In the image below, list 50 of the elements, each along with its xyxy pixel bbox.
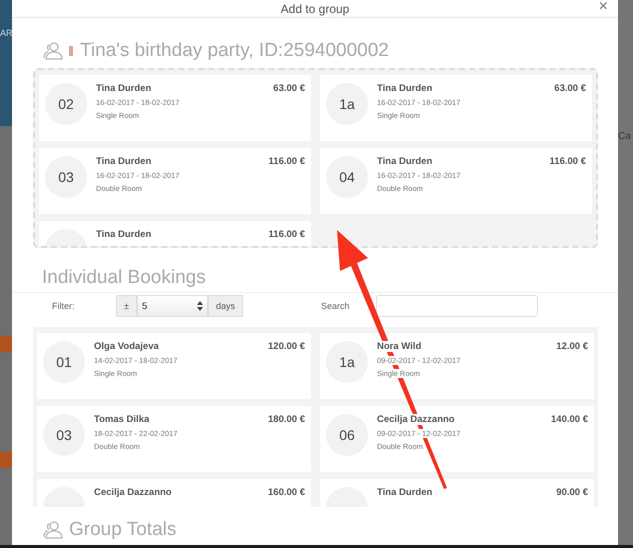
booking-price: 116.00 € bbox=[550, 156, 586, 167]
search-field[interactable] bbox=[376, 295, 538, 317]
booking-price: 140.00 € bbox=[551, 414, 588, 425]
room-number: 1a bbox=[339, 354, 355, 370]
booking-price: 116.00 € bbox=[268, 156, 305, 167]
dialog-title: Add to group bbox=[280, 2, 350, 16]
booking-card[interactable]: Tina Durden 116.00 € bbox=[39, 221, 311, 246]
section-title: Group Totals bbox=[69, 519, 176, 541]
close-button[interactable]: × bbox=[596, 0, 610, 14]
booking-price: 90.00 € bbox=[556, 487, 588, 498]
plus-minus-addon: ± bbox=[116, 295, 137, 317]
booking-price: 116.00 € bbox=[268, 229, 305, 240]
room-number: 1a bbox=[339, 96, 355, 112]
guest-name: Tina Durden bbox=[96, 83, 152, 94]
guest-name: Nora Wild bbox=[377, 341, 422, 352]
days-addon: days bbox=[208, 295, 243, 317]
booking-price: 63.00 € bbox=[554, 83, 586, 94]
section-title: Individual Bookings bbox=[42, 267, 206, 289]
spinner-icon bbox=[196, 301, 203, 311]
room-number: 02 bbox=[58, 96, 74, 112]
guest-name: Cecilja Dazzanno bbox=[94, 487, 172, 498]
group-icon bbox=[42, 41, 64, 61]
filter-label: Filter: bbox=[52, 301, 76, 311]
room-number: 03 bbox=[58, 169, 74, 185]
guest-name: Tina Durden bbox=[96, 229, 152, 240]
guest-name: Tina Durden bbox=[96, 156, 152, 167]
guest-name: Olga Vodajeva bbox=[94, 341, 159, 352]
tag-icon bbox=[69, 46, 73, 56]
background-text: Ca bbox=[618, 131, 631, 142]
booking-price: 120.00 € bbox=[268, 341, 305, 352]
group-icon bbox=[42, 520, 64, 540]
guest-name: Tina Durden bbox=[377, 487, 432, 498]
group-title: Tina's birthday party, ID:2594000002 bbox=[80, 40, 389, 62]
booking-card[interactable]: Tina Durden 90.00 € bbox=[320, 479, 594, 507]
booking-price: 12.00 € bbox=[556, 341, 588, 352]
search-label: Search bbox=[321, 301, 351, 311]
room-number: 04 bbox=[339, 169, 355, 185]
booking-price: 160.00 € bbox=[268, 487, 305, 498]
guest-name: Tomas Dilka bbox=[94, 414, 150, 425]
room-number: 03 bbox=[56, 427, 72, 443]
booking-price: 63.00 € bbox=[273, 83, 305, 94]
room-number: 01 bbox=[56, 354, 72, 370]
guest-name: Cecilja Dazzanno bbox=[377, 414, 455, 425]
days-select[interactable]: 5 bbox=[136, 295, 208, 317]
guest-name: Tina Durden bbox=[377, 156, 432, 167]
guest-name: Tina Durden bbox=[377, 83, 432, 94]
room-number: 06 bbox=[339, 427, 355, 443]
booking-price: 180.00 € bbox=[268, 414, 305, 425]
booking-card[interactable]: Cecilja Dazzanno 160.00 € bbox=[37, 479, 311, 507]
background-text: AR bbox=[0, 28, 12, 38]
